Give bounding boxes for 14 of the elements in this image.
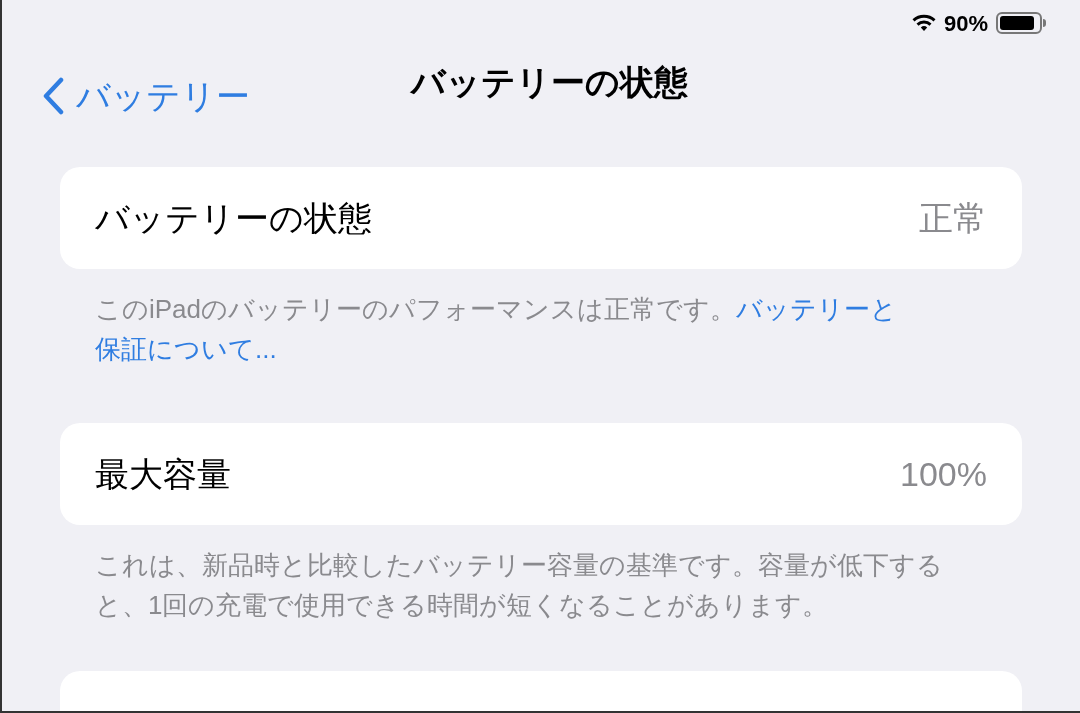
battery-percentage: 90% — [943, 9, 988, 38]
warranty-link[interactable]: バッテリーと — [736, 294, 898, 324]
battery-icon — [996, 12, 1046, 35]
row-label: バッテリーの状態 — [95, 197, 372, 239]
footer-note: これは、新品時と比較したバッテリー容量の基準です。容量が低下すると、1回の充電で使用できる時間が短くなることがあります。 — [95, 550, 943, 620]
warranty-link[interactable]: 保証について... — [95, 329, 972, 369]
back-button[interactable]: バッテリー — [42, 70, 250, 122]
back-chevron-icon — [42, 77, 64, 116]
page-title: バッテリーの状態 — [410, 62, 688, 104]
wifi-icon — [911, 14, 936, 33]
row-value: 正常 — [919, 197, 987, 239]
footer-note: このiPadのバッテリーのパフォーマンスは正常です。 — [95, 294, 737, 324]
row-value: 100% — [900, 453, 987, 495]
row-label: 最大容量 — [95, 453, 231, 495]
